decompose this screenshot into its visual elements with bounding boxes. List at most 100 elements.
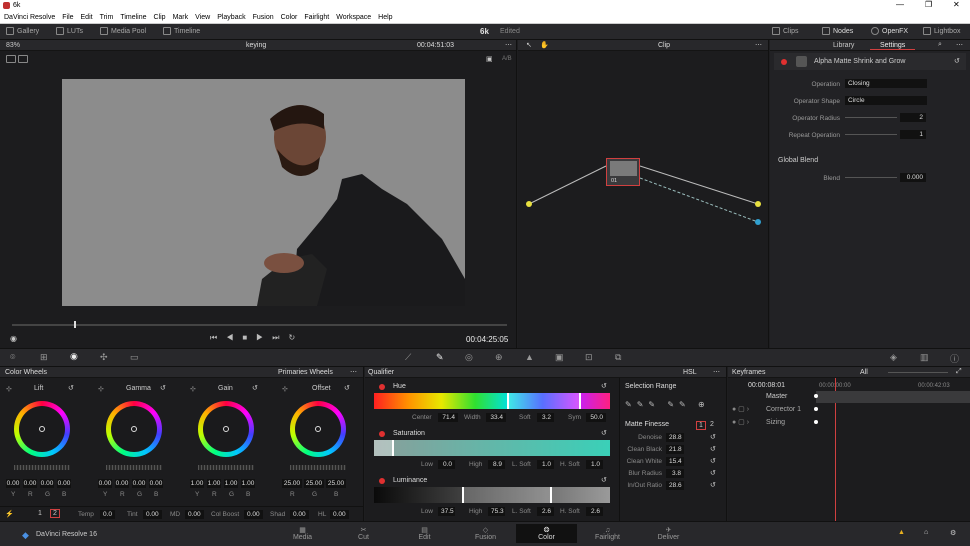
tracker-icon[interactable]: ⊕ [495,352,503,363]
info-icon[interactable]: ⓘ [950,352,959,365]
color-wheel[interactable] [198,401,254,457]
clip-name[interactable]: keying [246,42,266,49]
settings-more-icon[interactable]: ⋯ [956,41,963,49]
menu-item[interactable]: Help [378,14,392,21]
menu-item[interactable]: Trim [100,14,114,21]
wheel-mode-icon[interactable]: ⊹ [98,385,104,393]
lightbox-button[interactable]: Lightbox [923,27,960,35]
page-tab[interactable]: ❂ Color [516,524,577,543]
tab-settings[interactable]: Settings [880,42,905,49]
close-icon[interactable]: ✕ [953,0,960,9]
picker-tools[interactable]: ✎✎✎ ✎✎ ⊕ [625,400,725,412]
keyframe-marker[interactable] [814,407,818,411]
saturation-bar[interactable] [374,440,610,456]
warning-icon[interactable]: ▲ [898,529,905,536]
matte-value[interactable]: 28.8 [666,433,684,442]
keyframes-filter[interactable]: All [860,369,868,376]
menu-item[interactable]: Fairlight [304,14,329,21]
menu-item[interactable]: Workspace [336,14,371,21]
wheel-value[interactable]: 0.00 [115,479,129,488]
menu-item[interactable]: Clip [154,14,166,21]
scopes-icon[interactable]: ▥ [920,352,929,363]
color-wheel[interactable] [290,401,346,457]
wheels-page-1[interactable]: 1 [38,510,42,517]
hue-sym-field[interactable]: 50.0 [586,413,606,422]
plugin-reset-icon[interactable]: ↺ [954,57,960,65]
clips-button[interactable]: Clips [772,27,799,35]
settings-gear-icon[interactable]: ⚙ [950,529,956,537]
ab-label[interactable]: A/B [502,56,512,62]
wheels-mode-select[interactable]: Primaries Wheels [278,369,333,376]
search-icon[interactable]: ⌕ [938,41,942,49]
matte-value[interactable]: 21.8 [666,445,684,454]
page-tab[interactable]: ✈ Deliver [638,524,699,543]
zoom-select[interactable]: 83% [6,42,20,49]
home-icon[interactable]: ⌂ [924,529,928,536]
wheel-reset-icon[interactable]: ↺ [252,384,258,392]
hue-soft-field[interactable]: 3.2 [537,413,554,422]
wheel-value[interactable]: 25.00 [304,479,324,488]
minimize-icon[interactable]: — [896,0,904,9]
wheel-value[interactable]: 0.00 [40,479,54,488]
lum-high-field[interactable]: 75.3 [488,507,505,516]
matte-reset-icon[interactable]: ↺ [710,469,716,477]
matte-value[interactable]: 15.4 [666,457,684,466]
keyframe-marker[interactable] [814,420,818,424]
color-wheels-icon[interactable]: ◉ [70,351,78,362]
rgb-mixer-icon[interactable]: ✣ [100,352,108,363]
split-icon[interactable]: ▣ [486,55,493,63]
saturation-range[interactable] [374,440,394,456]
color-wheel[interactable] [14,401,70,457]
wheel-value[interactable]: 0.00 [23,479,37,488]
timeline-button[interactable]: Timeline [163,27,200,35]
lum-low-field[interactable]: 37.5 [438,507,455,516]
master-wheel[interactable] [290,465,346,470]
mf-page-2[interactable]: 2 [710,421,714,428]
keyframe-marker[interactable] [814,394,818,398]
wheel-reset-icon[interactable]: ↺ [344,384,350,392]
page-tab[interactable]: ✂ Cut [333,524,394,543]
menu-item[interactable]: DaVinci Resolve [4,14,55,21]
wheel-reset-icon[interactable]: ↺ [68,384,74,392]
saturation-reset-icon[interactable]: ↺ [601,429,607,437]
menu-item[interactable]: Mark [173,14,189,21]
blend-field[interactable]: 0.000 [900,173,926,182]
menu-item[interactable]: Timeline [120,14,146,21]
page-tab[interactable]: ▦ Media [272,524,333,543]
shape-select[interactable]: Circle [845,96,927,105]
viewer-options-icon[interactable]: ◉ [10,334,17,343]
hue-enable[interactable] [379,384,385,390]
wheel-value[interactable]: 1.00 [207,479,221,488]
sat-hsoft-field[interactable]: 1.0 [586,460,603,469]
sat-lsoft-field[interactable]: 1.0 [537,460,554,469]
lum-lsoft-field[interactable]: 2.6 [537,507,554,516]
tab-library[interactable]: Library [833,42,854,49]
master-wheel[interactable] [106,465,162,470]
wheels-page-2[interactable]: 2 [50,509,60,518]
wheel-mode-icon[interactable]: ⊹ [6,385,12,393]
hue-width-field[interactable]: 33.4 [486,413,506,422]
corrector-row[interactable]: Corrector 1 [766,406,801,413]
color-match-icon[interactable]: ⊞ [40,352,48,363]
matte-reset-icon[interactable]: ↺ [710,433,716,441]
lum-hsoft-field[interactable]: 2.6 [586,507,603,516]
qualifier-mode-select[interactable]: HSL [683,369,697,376]
sat-high-field[interactable]: 8.9 [488,460,505,469]
transport-controls[interactable]: ⏮◀■▶⏭↻ [210,333,304,343]
hl-field[interactable]: 0.00 [330,510,349,519]
hue-reset-icon[interactable]: ↺ [601,382,607,390]
blend-slider[interactable] [845,177,897,178]
repeat-field[interactable]: 1 [900,130,926,139]
page-tab[interactable]: ▤ Edit [394,524,455,543]
wheel-value[interactable]: 0.00 [98,479,112,488]
sat-low-field[interactable]: 0.0 [438,460,455,469]
matte-value[interactable]: 28.6 [666,481,684,490]
wheel-value[interactable]: 0.00 [132,479,146,488]
openfx-button[interactable]: OpenFX [871,27,908,35]
menu-item[interactable]: Color [281,14,298,21]
wheel-mode-icon[interactable]: ⊹ [282,385,288,393]
menu-item[interactable]: Playback [217,14,245,21]
radius-field[interactable]: 2 [900,113,926,122]
wheel-value[interactable]: 0.00 [6,479,20,488]
auto-balance-icon[interactable]: ⚡ [5,510,14,518]
